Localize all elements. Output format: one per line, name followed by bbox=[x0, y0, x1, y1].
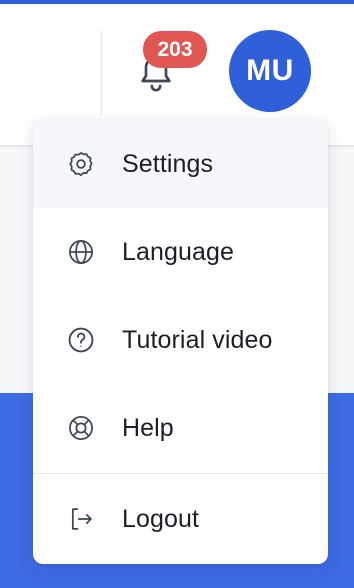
user-menu-dropdown: Settings Language Tutorial video Help Lo… bbox=[33, 120, 328, 564]
notification-count-badge: 203 bbox=[143, 31, 207, 68]
user-avatar-button[interactable]: MU bbox=[229, 30, 311, 112]
menu-item-settings[interactable]: Settings bbox=[33, 120, 328, 208]
menu-item-label: Help bbox=[122, 413, 174, 442]
logout-icon bbox=[67, 505, 95, 533]
top-edge-bar bbox=[0, 0, 354, 4]
page-background bbox=[0, 147, 33, 393]
gear-icon bbox=[67, 150, 95, 178]
lifebuoy-icon bbox=[67, 414, 95, 442]
menu-item-label: Settings bbox=[122, 149, 214, 178]
menu-item-language[interactable]: Language bbox=[33, 208, 328, 296]
question-circle-icon bbox=[67, 326, 95, 354]
page-background-right bbox=[328, 147, 354, 393]
menu-item-logout[interactable]: Logout bbox=[33, 475, 328, 563]
menu-item-help[interactable]: Help bbox=[33, 384, 328, 472]
menu-item-label: Logout bbox=[122, 504, 200, 533]
app-window: 203 MU Settings Language Tutorial video … bbox=[0, 0, 354, 588]
menu-divider bbox=[33, 473, 328, 474]
header-separator bbox=[101, 30, 102, 116]
globe-icon bbox=[67, 238, 95, 266]
menu-item-label: Tutorial video bbox=[122, 325, 273, 354]
menu-item-tutorial-video[interactable]: Tutorial video bbox=[33, 296, 328, 384]
menu-item-label: Language bbox=[122, 237, 235, 266]
